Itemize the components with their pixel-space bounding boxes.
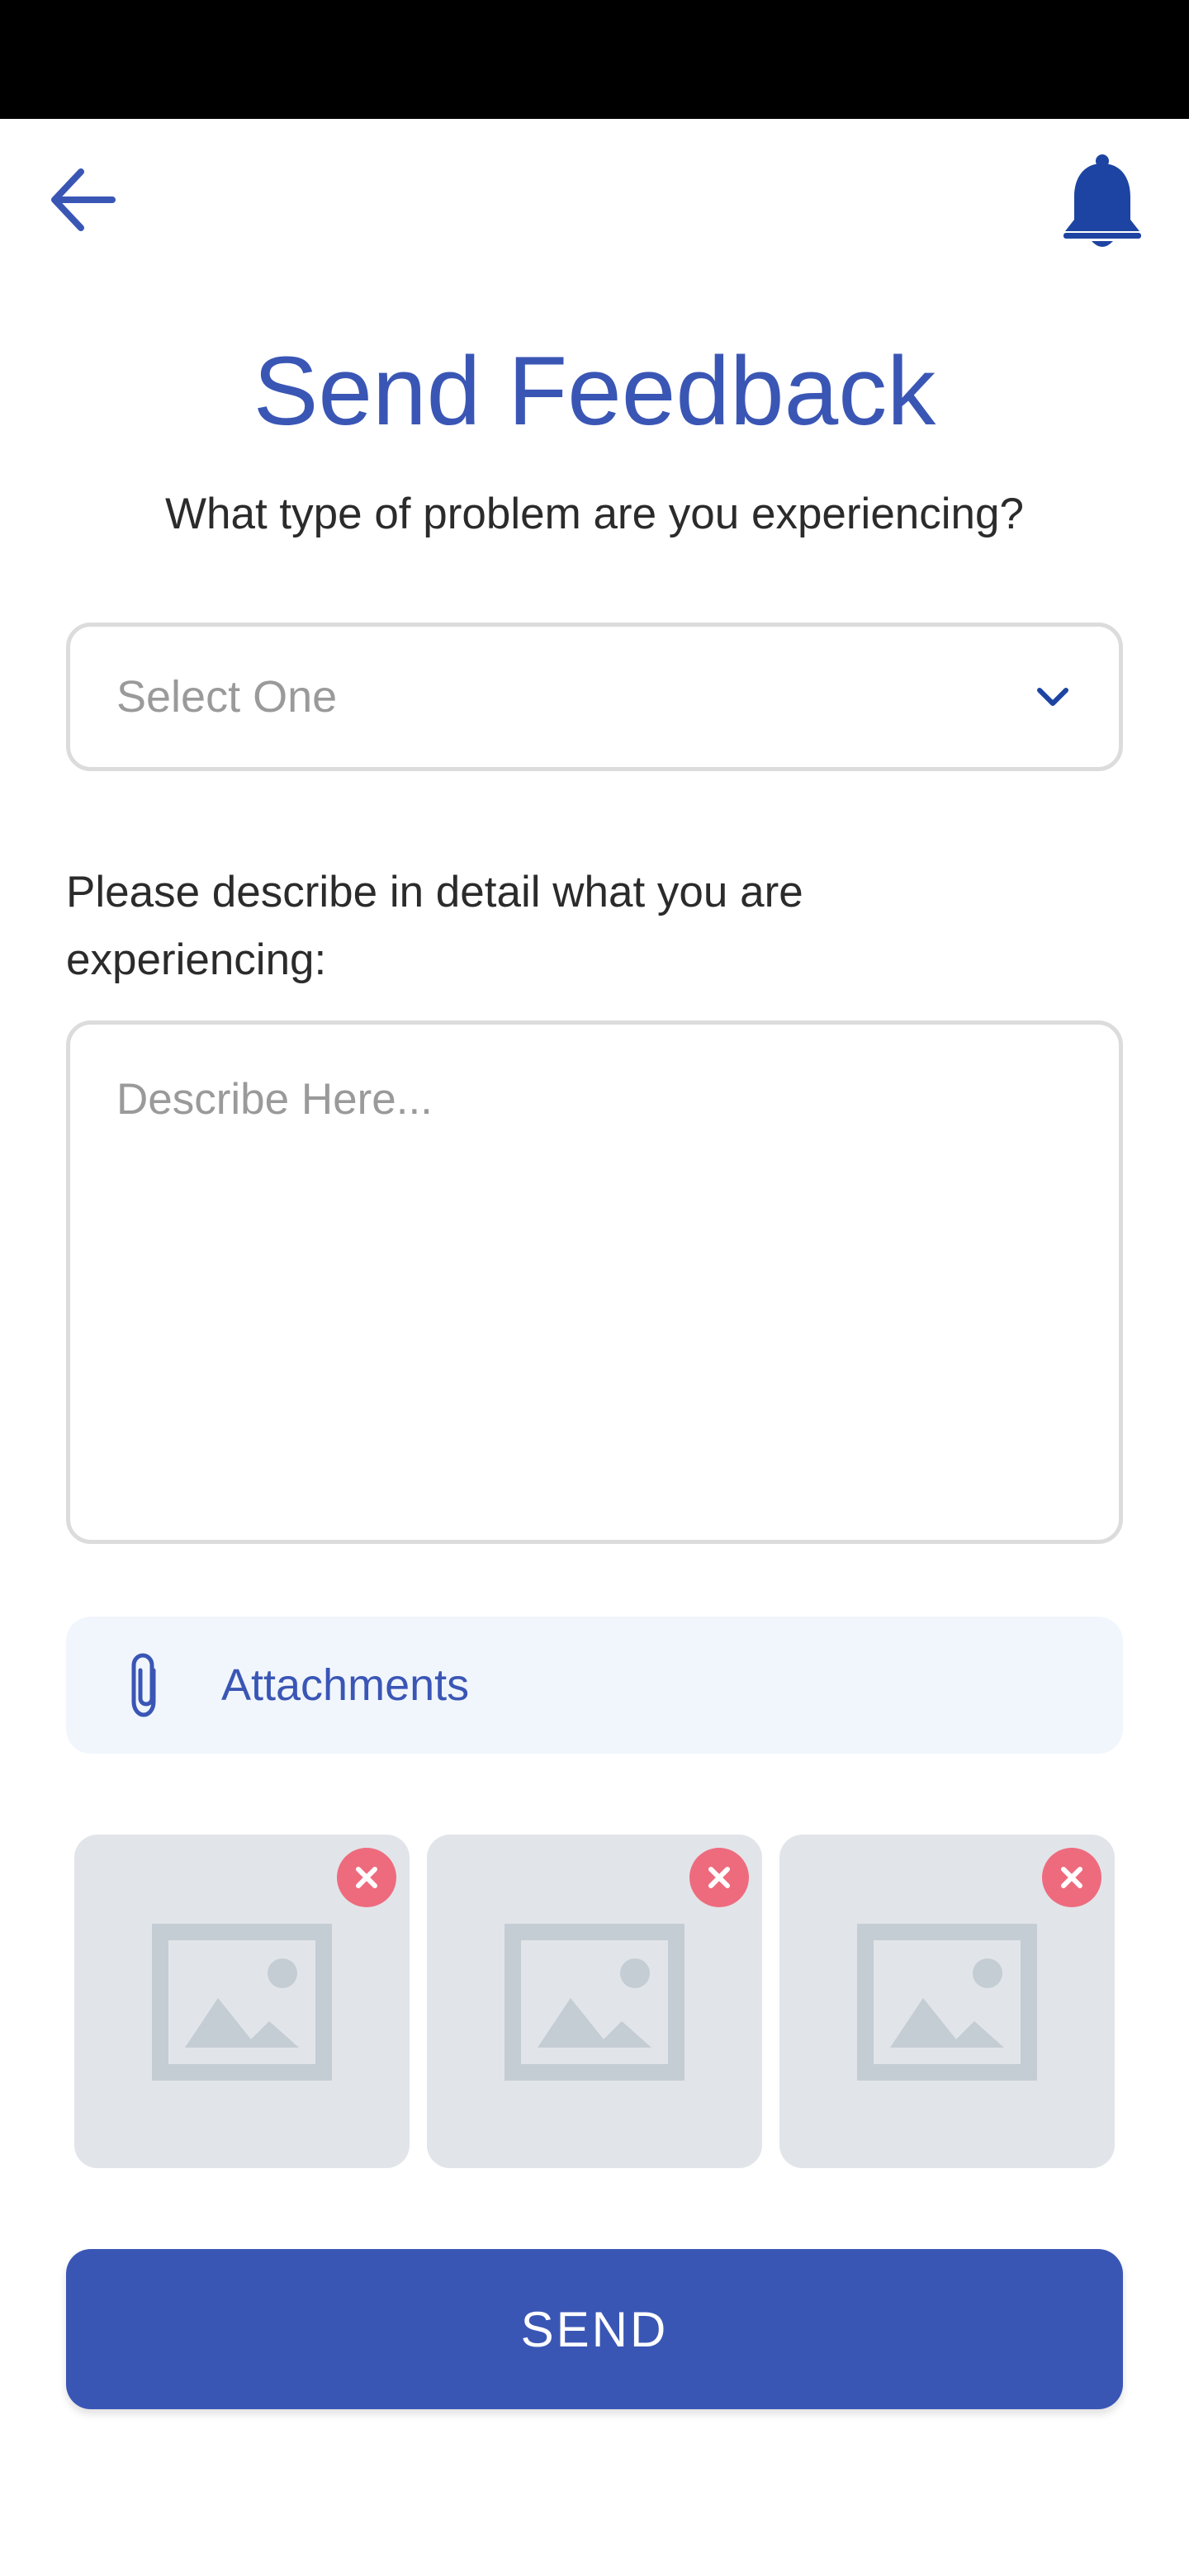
status-bar [0, 0, 1189, 119]
remove-attachment-button[interactable] [1042, 1848, 1101, 1907]
attachment-thumbnail-3[interactable] [779, 1835, 1115, 2168]
description-textarea[interactable]: Describe Here... [66, 1020, 1123, 1544]
problem-type-select[interactable]: Select One [66, 623, 1123, 771]
select-placeholder: Select One [116, 672, 338, 722]
bell-icon [1063, 154, 1141, 247]
image-placeholder-icon [857, 1924, 1037, 2081]
arrow-left-icon [51, 168, 116, 231]
paperclip-icon [131, 1653, 156, 1717]
description-placeholder: Describe Here... [116, 1075, 433, 1124]
image-placeholder-icon [504, 1924, 685, 2081]
remove-attachment-button[interactable] [689, 1848, 749, 1907]
chevron-down-icon [1037, 688, 1068, 706]
send-button[interactable]: SEND [66, 2249, 1123, 2409]
close-icon [708, 1867, 730, 1888]
back-button[interactable] [40, 157, 126, 243]
close-icon [1061, 1867, 1082, 1888]
attachments-button[interactable]: Attachments [66, 1617, 1123, 1754]
attachment-thumbnail-2[interactable] [427, 1835, 762, 2168]
notification-button[interactable] [1057, 149, 1148, 256]
image-placeholder-icon [152, 1924, 332, 2081]
problem-type-question: What type of problem are you experiencin… [165, 490, 1024, 538]
attachments-label: Attachments [221, 1660, 470, 1710]
remove-attachment-button[interactable] [337, 1848, 396, 1907]
page-title: Send Feedback [253, 337, 936, 446]
attachment-thumbnail-1[interactable] [74, 1835, 410, 2168]
description-label: Please describe in detail what you are e… [66, 868, 803, 984]
close-icon [356, 1867, 377, 1888]
